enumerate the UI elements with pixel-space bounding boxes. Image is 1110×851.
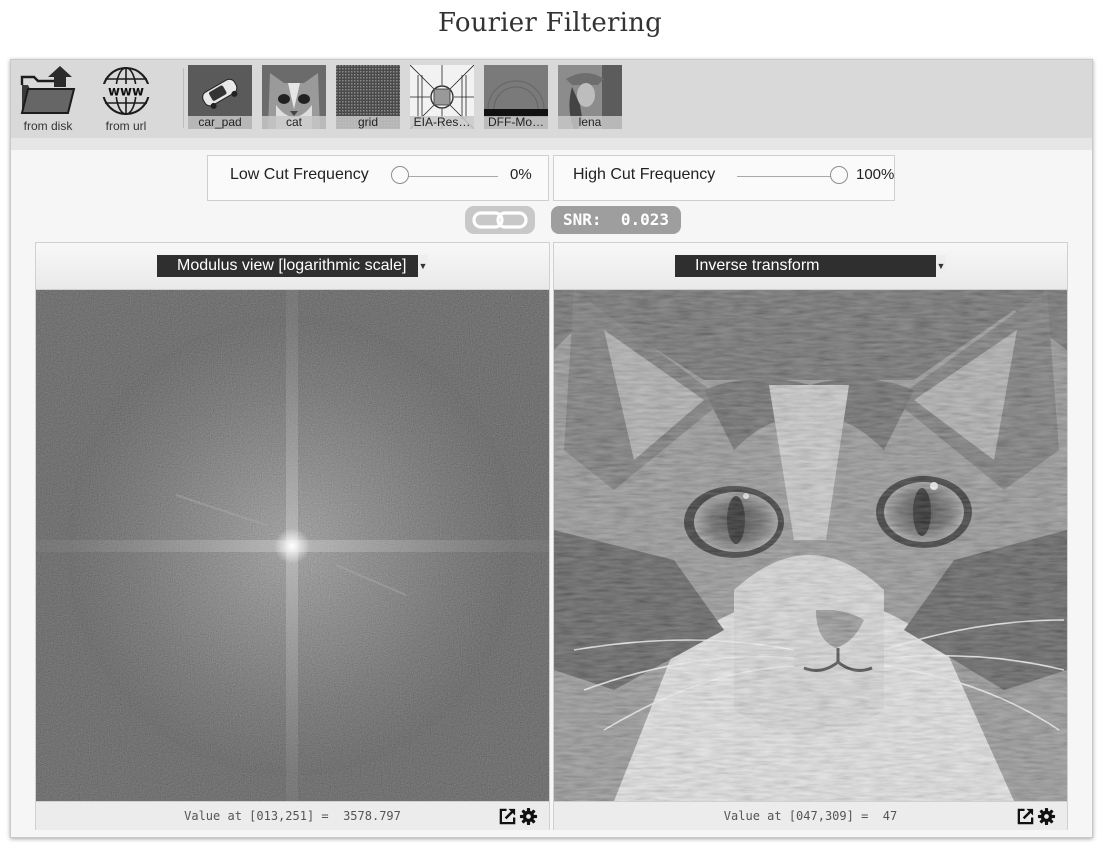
low-cut-frequency-control: Low Cut Frequency 0% (207, 155, 549, 201)
thumbnail-lena[interactable]: lena (558, 65, 622, 129)
from-url-label: from url (105, 119, 147, 133)
low-cut-slider-handle[interactable] (391, 166, 409, 184)
panel-footer: Value at [013,251] = 3578.797 (36, 801, 549, 830)
panel-footer: Value at [047,309] = 47 (554, 801, 1067, 830)
gear-icon[interactable] (1037, 807, 1056, 826)
thumbnail-grid[interactable]: grid (336, 65, 400, 129)
cat-image (554, 290, 1067, 801)
low-cut-label: Low Cut Frequency (230, 166, 369, 183)
gear-icon[interactable] (519, 807, 538, 826)
high-cut-label: High Cut Frequency (573, 166, 716, 183)
inverse-transform-panel: Inverse transform ▼ Value at [047,309] =… (553, 242, 1068, 830)
right-view-value: Inverse transform (695, 257, 820, 274)
spectrum-view[interactable] (36, 290, 549, 801)
thumbnail-label: grid (336, 116, 400, 129)
www-text: www (108, 85, 144, 100)
high-cut-value: 100% (856, 166, 895, 183)
from-url-button[interactable]: www from url (94, 65, 158, 133)
high-cut-frequency-control: High Cut Frequency 100% (553, 155, 895, 201)
low-cut-value: 0% (510, 166, 532, 183)
thumbnail-label: car_pad (188, 116, 252, 129)
high-cut-slider-track[interactable] (737, 176, 837, 177)
fourier-modulus-panel: Modulus view [logarithmic scale] ▼ Value… (35, 242, 550, 830)
external-link-icon[interactable] (1016, 807, 1035, 826)
chevron-down-icon: ▼ (418, 255, 428, 277)
link-sliders-button[interactable] (465, 206, 535, 234)
panel-header: Modulus view [logarithmic scale] ▼ (36, 243, 549, 290)
toolbar-separator (183, 68, 184, 128)
snr-value: 0.023 (620, 210, 669, 229)
low-cut-slider-track[interactable] (398, 176, 498, 177)
left-view-value: Modulus view [logarithmic scale] (177, 257, 407, 274)
thumbnail-eia-resolution[interactable]: EIA-Res… (410, 65, 474, 129)
from-disk-button[interactable]: from disk (16, 65, 80, 133)
thumbnail-dff-mode[interactable]: DFF-Mo… (484, 65, 548, 129)
snr-readout: SNR: 0.023 (551, 206, 681, 234)
folder-upload-icon (20, 66, 76, 114)
globe-www-icon: www (100, 67, 152, 115)
left-view-select[interactable]: Modulus view [logarithmic scale] ▼ (157, 255, 428, 277)
fourier-app: from disk www from url car_pad cat grid … (10, 59, 1093, 838)
thumbnail-label: EIA-Res… (410, 116, 474, 129)
thumbnail-label: DFF-Mo… (484, 116, 548, 129)
thumbnail-car-pad[interactable]: car_pad (188, 65, 252, 129)
spectrum-image (36, 290, 549, 801)
thumbnail-cat[interactable]: cat (262, 65, 326, 129)
right-pixel-value-readout: Value at [047,309] = 47 (723, 809, 898, 823)
thumbnail-label: lena (558, 116, 622, 129)
reconstructed-image-view[interactable] (554, 290, 1067, 801)
external-link-icon[interactable] (498, 807, 517, 826)
image-toolbar: from disk www from url car_pad cat grid … (11, 60, 1092, 150)
chevron-down-icon: ▼ (936, 255, 946, 277)
panel-header: Inverse transform ▼ (554, 243, 1067, 290)
snr-label: SNR: (563, 210, 602, 229)
from-disk-label: from disk (23, 119, 73, 133)
right-view-select[interactable]: Inverse transform ▼ (675, 255, 946, 277)
high-cut-slider-handle[interactable] (830, 166, 848, 184)
left-pixel-value-readout: Value at [013,251] = 3578.797 (184, 809, 401, 823)
thumbnail-label: cat (262, 116, 326, 129)
page-title: Fourier Filtering (438, 8, 662, 38)
chain-link-icon (472, 211, 528, 229)
